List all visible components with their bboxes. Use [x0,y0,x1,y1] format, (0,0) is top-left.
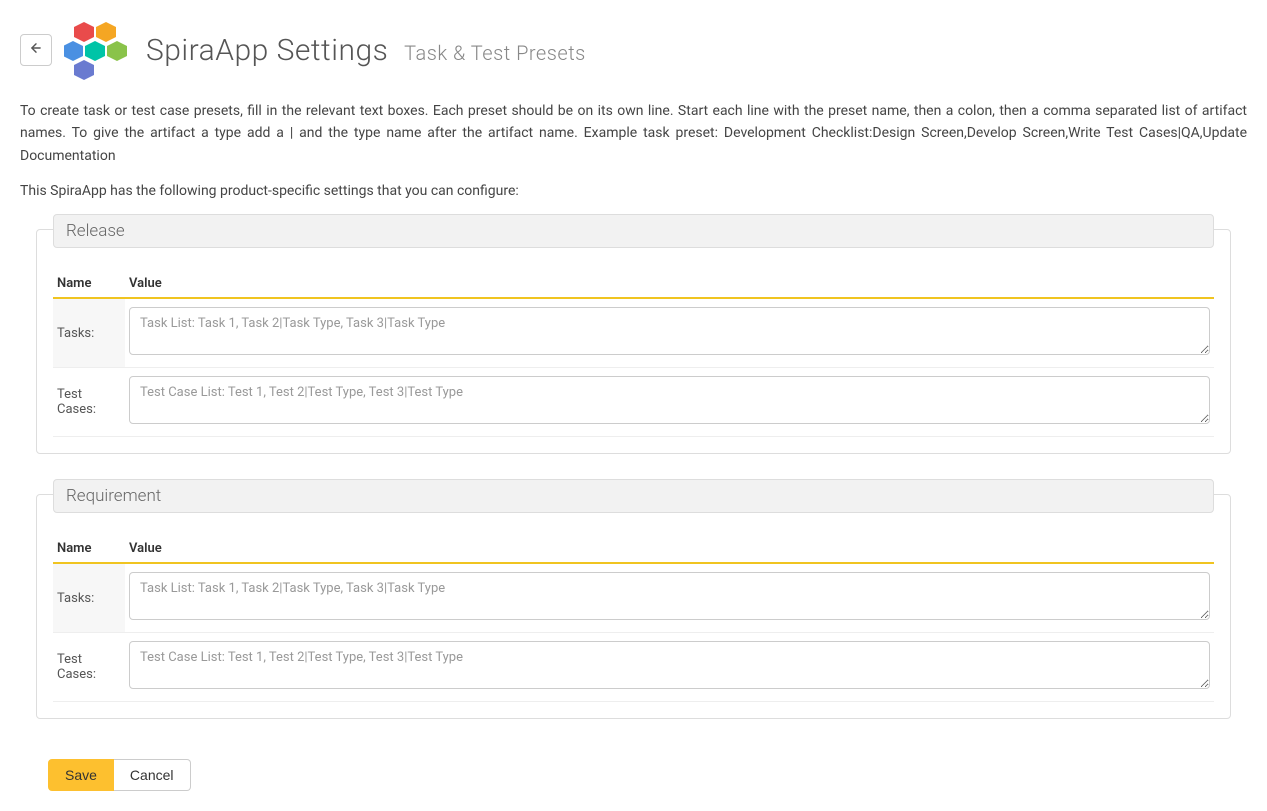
column-header-name: Name [53,270,125,298]
row-label: Tasks: [53,298,125,368]
page-title: SpiraApp Settings Task & Test Presets [146,33,586,68]
arrow-left-icon [29,41,43,60]
back-button[interactable] [20,34,52,66]
save-button[interactable]: Save [48,759,114,791]
row-label: Tasks: [53,563,125,633]
button-row: Save Cancel [48,759,1247,791]
requirement-legend: Requirement [53,479,1214,513]
page-subtitle: Task & Test Presets [404,41,586,65]
column-header-value: Value [125,270,1214,298]
requirement-tasks-input[interactable] [129,572,1210,620]
requirement-section: Requirement Name Value Tasks: Test Cases… [36,494,1231,719]
table-row: Tasks: [53,298,1214,368]
table-row: Tasks: [53,563,1214,633]
column-header-name: Name [53,535,125,563]
spira-logo-icon [64,20,134,80]
table-row: Test Cases: [53,633,1214,702]
release-section: Release Name Value Tasks: Test Cases: [36,229,1231,454]
table-row: Test Cases: [53,368,1214,437]
page-header: SpiraApp Settings Task & Test Presets [20,20,1247,80]
release-legend: Release [53,214,1214,248]
column-header-value: Value [125,535,1214,563]
release-testcases-input[interactable] [129,376,1210,424]
release-settings-table: Name Value Tasks: Test Cases: [53,270,1214,437]
description-text: To create task or test case presets, fil… [20,100,1247,167]
requirement-settings-table: Name Value Tasks: Test Cases: [53,535,1214,702]
requirement-testcases-input[interactable] [129,641,1210,689]
cancel-button[interactable]: Cancel [114,759,191,791]
row-label: Test Cases: [53,368,125,437]
page-title-text: SpiraApp Settings [146,33,388,68]
subdescription-text: This SpiraApp has the following product-… [20,183,1247,199]
row-label: Test Cases: [53,633,125,702]
release-tasks-input[interactable] [129,307,1210,355]
